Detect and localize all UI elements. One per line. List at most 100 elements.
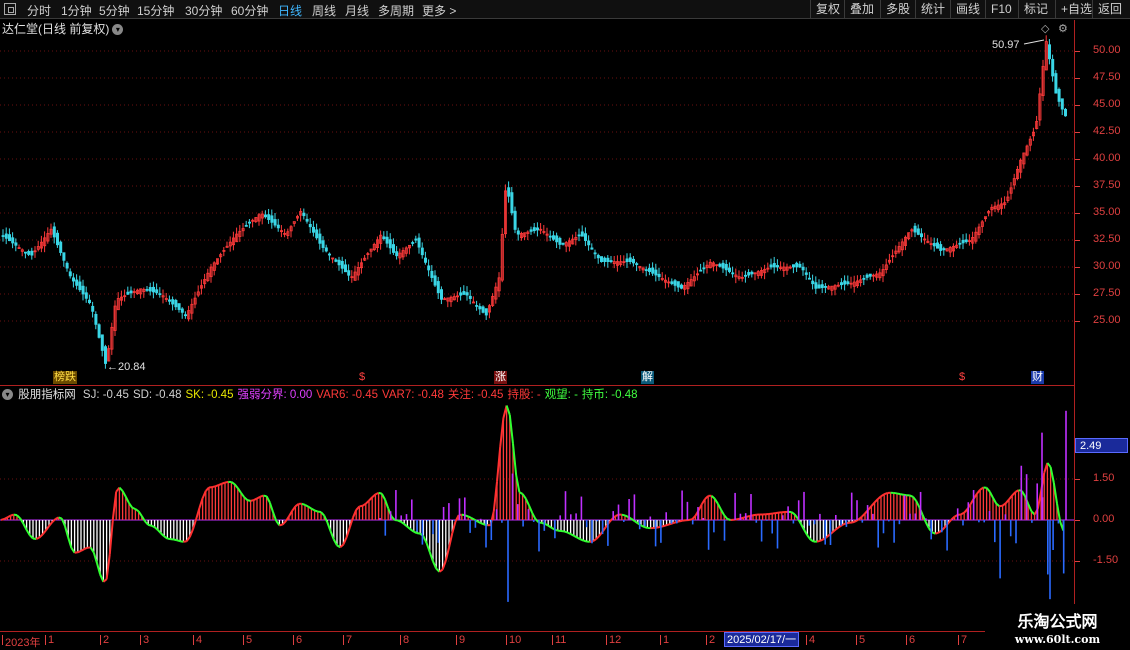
candle-body xyxy=(100,334,104,351)
candle-body xyxy=(462,291,466,295)
high-price-label: 50.97 xyxy=(992,39,1020,51)
candle-body xyxy=(484,308,488,316)
candle-body xyxy=(433,275,437,286)
candle-body xyxy=(436,281,440,294)
period-tab-more[interactable]: 更多 > xyxy=(422,2,456,19)
candle-body xyxy=(324,247,328,252)
candle-body xyxy=(606,257,610,263)
candle-body xyxy=(459,292,463,296)
indicator-fields: SJ: -0.45 SD: -0.48 SK: -0.45 强弱分界: 0.00 VAR… xyxy=(83,389,642,401)
candle-body xyxy=(529,229,533,232)
indicator-line xyxy=(218,482,223,487)
time-axis-label: 8 xyxy=(399,634,410,646)
f10-button[interactable]: F10 xyxy=(985,0,1017,19)
candle-body xyxy=(558,237,562,245)
indicator-line xyxy=(688,518,693,521)
period-tab-1min[interactable]: 1分钟 xyxy=(61,2,92,19)
indicator-line xyxy=(215,484,219,488)
chevron-down-icon[interactable]: ▾ xyxy=(2,389,13,401)
time-axis-label: 10 xyxy=(505,634,522,646)
candle-body xyxy=(865,274,869,278)
candle-body xyxy=(593,252,597,255)
indicator-line xyxy=(77,549,82,554)
candle-body xyxy=(1064,108,1068,117)
candle-body xyxy=(88,299,92,304)
period-tab-60min[interactable]: 60分钟 xyxy=(231,2,268,19)
event-marker-ranking[interactable]: 榜跌 xyxy=(53,371,77,384)
indicator-line xyxy=(150,524,156,529)
top-toolbar: 分时 1分钟 5分钟 15分钟 30分钟 60分钟 日线 周线 月线 多周期 更… xyxy=(0,0,1130,19)
price-tick-label: 47.50 xyxy=(1093,71,1121,83)
mark-button[interactable]: 标记 xyxy=(1018,0,1053,19)
overlay-button[interactable]: 叠加 xyxy=(844,0,879,19)
candle-body xyxy=(516,230,520,235)
statistics-button[interactable]: 统计 xyxy=(915,0,950,19)
add-watchlist-button[interactable]: +自选 xyxy=(1055,0,1097,19)
restore-rights-button[interactable]: 复权 xyxy=(810,0,845,19)
candle-body xyxy=(305,218,309,222)
event-marker-dollar[interactable]: $ xyxy=(358,371,366,384)
candle-body xyxy=(561,242,565,245)
candle-body xyxy=(699,269,703,272)
candle-body xyxy=(580,231,584,237)
period-tab-weekly[interactable]: 周线 xyxy=(312,2,336,19)
indicator-current-value: 2.49 xyxy=(1075,438,1128,453)
candle-body xyxy=(744,274,748,277)
indicator-line xyxy=(931,531,936,535)
indicator-line xyxy=(656,525,661,529)
time-axis-label: 12 xyxy=(605,634,622,646)
indicator-line xyxy=(467,515,472,519)
period-tab-fenshi[interactable]: 分时 xyxy=(27,2,51,19)
candle-body xyxy=(180,308,184,313)
back-button[interactable]: 返回 xyxy=(1092,0,1127,19)
multi-stock-button[interactable]: 多股 xyxy=(880,0,915,19)
candle-body xyxy=(337,259,341,266)
period-tab-monthly[interactable]: 月线 xyxy=(345,2,369,19)
candle-body xyxy=(958,242,962,245)
draw-line-button[interactable]: 画线 xyxy=(950,0,985,19)
indicator-line xyxy=(224,480,229,484)
indicator-header[interactable]: ▾ 股朋指标网 SJ: -0.45 SD: -0.48 SK: -0.45 强弱分界:… xyxy=(2,386,646,402)
candle-body xyxy=(84,292,88,299)
indicator-line xyxy=(608,518,613,524)
indicator-line xyxy=(263,494,267,498)
candle-body xyxy=(411,242,415,244)
event-marker-unlock[interactable]: 解 xyxy=(641,371,654,384)
time-axis-label: 2 xyxy=(99,634,110,646)
period-tab-15min[interactable]: 15分钟 xyxy=(137,2,174,19)
candle-body xyxy=(321,240,325,248)
indicator-line xyxy=(147,523,152,527)
candle-body xyxy=(811,280,815,285)
price-tick-label: 30.00 xyxy=(1093,260,1121,272)
indicator-line xyxy=(909,494,914,498)
period-tab-multi[interactable]: 多周期 xyxy=(378,2,414,19)
indicator-line xyxy=(935,531,939,535)
candle-body xyxy=(548,235,552,238)
candle-body xyxy=(590,247,594,250)
event-marker-dollar-2[interactable]: $ xyxy=(958,371,966,384)
candle-body xyxy=(776,265,780,268)
event-marker-finance[interactable]: 财 xyxy=(1031,371,1044,384)
candle-body xyxy=(468,295,472,299)
indicator-name: 股朋指标网 xyxy=(18,389,76,401)
window-menu-icon[interactable] xyxy=(4,3,16,15)
candle-body xyxy=(478,306,482,310)
candle-body xyxy=(721,262,725,269)
candle-body xyxy=(145,289,149,291)
candle-body xyxy=(651,267,655,274)
candle-body xyxy=(414,238,418,241)
candle-body xyxy=(657,273,661,278)
period-tab-30min[interactable]: 30分钟 xyxy=(185,2,222,19)
candle-body xyxy=(840,282,844,286)
event-marker-rise[interactable]: 涨 xyxy=(494,371,507,384)
candle-body xyxy=(62,252,66,261)
period-tab-5min[interactable]: 5分钟 xyxy=(99,2,130,19)
time-axis: 2023年 1 2 3 4 5 6 7 8 9 10 11 12 1 2 4 5 6 7 xyxy=(0,631,1075,650)
candle-body xyxy=(916,228,920,235)
period-tab-daily[interactable]: 日线 xyxy=(278,2,302,19)
candle-body xyxy=(1054,73,1058,94)
indicator-line xyxy=(893,491,898,495)
candle-body xyxy=(151,286,155,293)
candle-body xyxy=(772,263,776,268)
candle-body xyxy=(14,242,18,246)
